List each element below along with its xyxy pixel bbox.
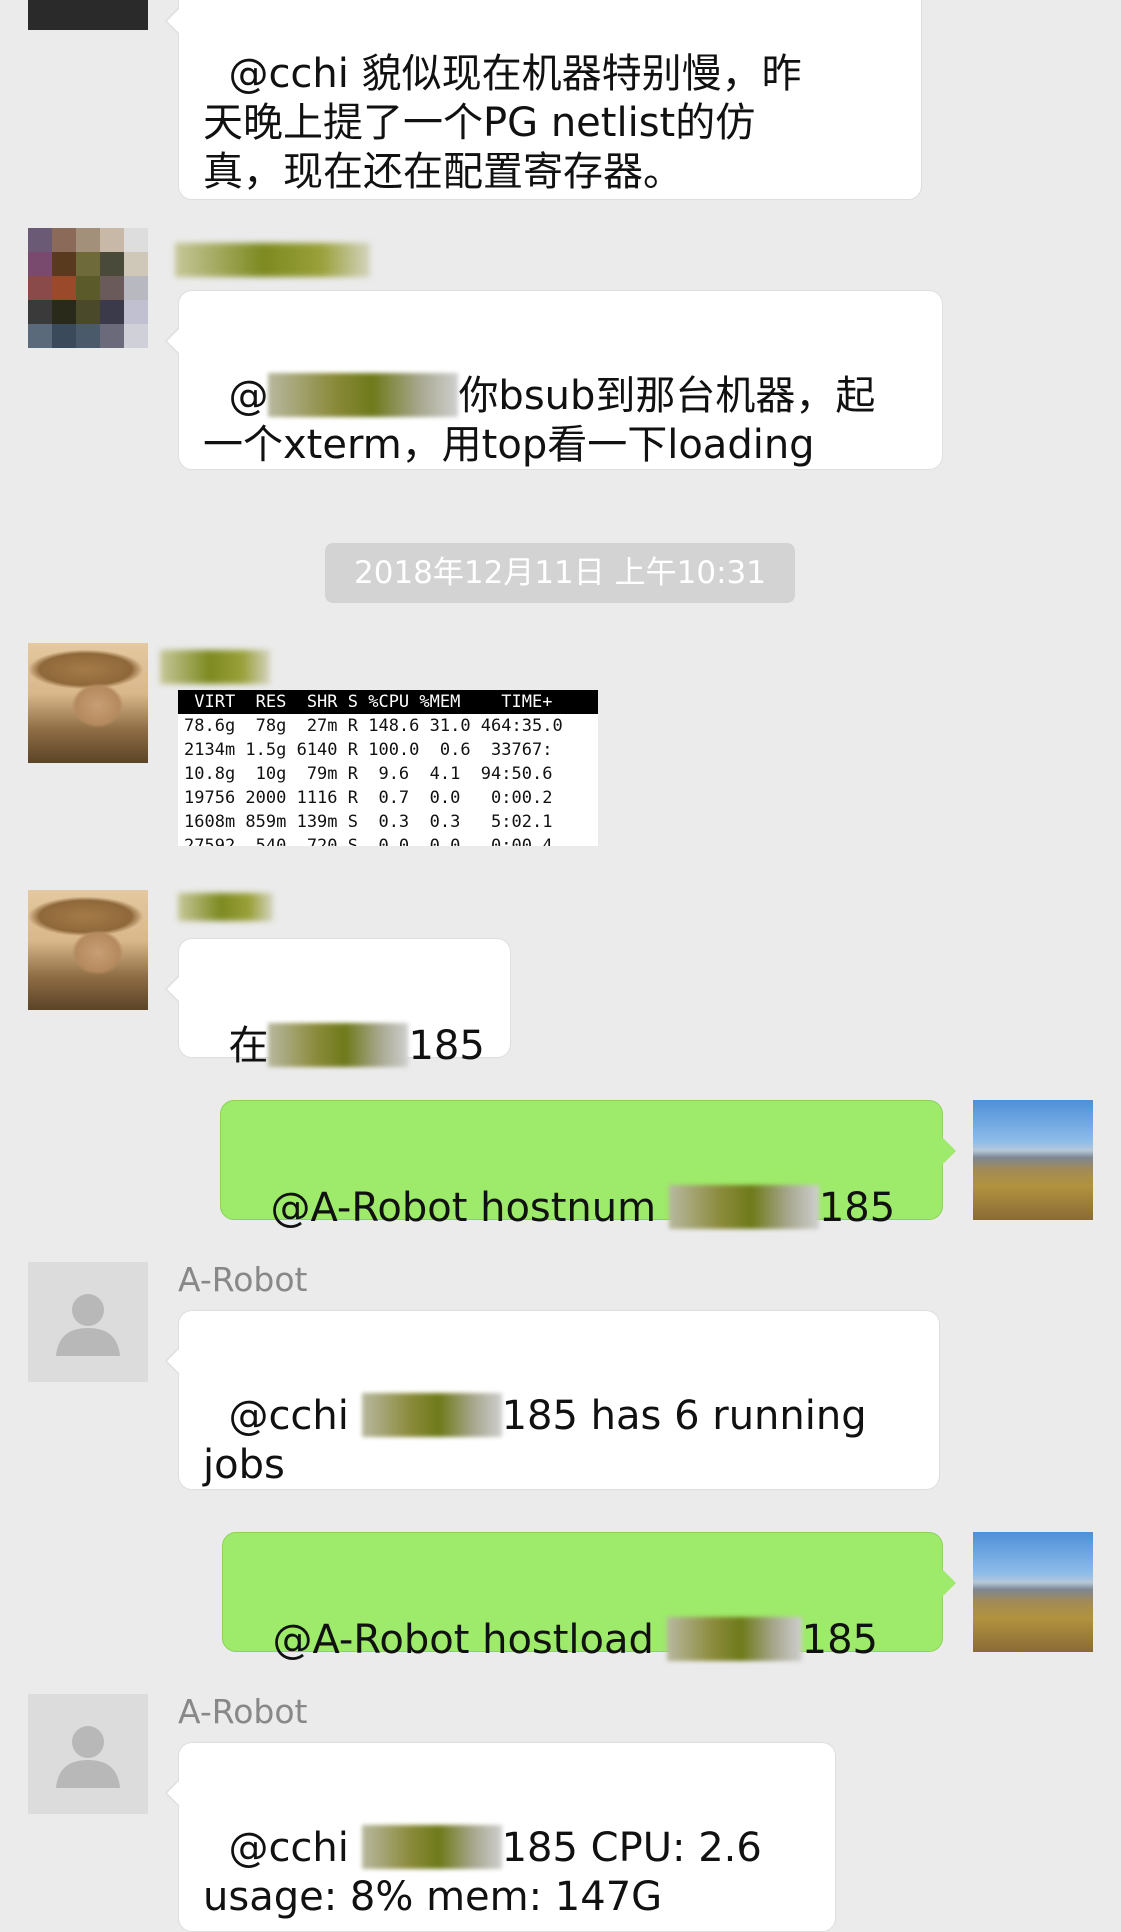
message-text: 185 [408,1023,485,1069]
message-text: usage: 8% mem: 147G [203,1874,663,1920]
message-bubble: @cchi 貌似现在机器特别慢，昨 天晚上提了一个PG netlist的仿 真，… [165,0,922,200]
sender-name-redacted [178,893,273,921]
sender-name-redacted [160,650,270,684]
sender-avatar[interactable] [28,228,148,348]
message-bubble: 在 185 [165,938,511,1069]
message-text: 在 [228,1023,269,1069]
message-text: 你bsub到那台机器，起 [458,373,876,419]
message-bubble: @cchi 185 CPU: 2.6 usage: 8% mem: 147G [165,1742,836,1932]
terminal-row: 78.6g 78g 27m R 148.6 31.0 464:35.0 [184,716,563,736]
message-text: 185 [801,1617,878,1663]
terminal-row: 10.8g 10g 79m R 9.6 4.1 94:50.6 [184,764,553,784]
person-silhouette-icon [56,1726,120,1788]
terminal-row: 27592 540 720 S 0.0 0.0 0:00.4 [184,836,553,846]
message-bubble-outgoing: @A-Robot hostnum 185 [220,1100,956,1231]
sender-name: A-Robot [178,1260,308,1299]
robot-avatar[interactable] [28,1262,148,1382]
sender-avatar[interactable] [28,643,148,763]
redacted-hostname [666,1617,802,1661]
message-text: @cchi [228,1825,362,1871]
message-text: @ [228,373,269,419]
timestamp: 2018年12月11日 上午10:31 [325,543,795,603]
sender-name: A-Robot [178,1692,308,1731]
message-bubble-outgoing: @A-Robot hostload 185 [222,1532,956,1663]
terminal-row: 2134m 1.5g 6140 R 100.0 0.6 33767: [184,740,553,760]
robot-avatar[interactable] [28,1694,148,1814]
self-avatar[interactable] [973,1532,1093,1652]
message-text: 一个xterm，用top看一下loading [203,422,815,468]
sender-avatar[interactable] [28,0,148,30]
message-text: jobs [203,1442,285,1488]
sender-avatar[interactable] [28,890,148,1010]
redacted-hostname [361,1393,502,1437]
redacted-hostname [668,1185,819,1229]
sender-name-redacted [175,243,370,277]
message-text: @A-Robot hostnum [270,1185,669,1231]
terminal-row: 1608m 859m 139m S 0.3 0.3 5:02.1 [184,812,553,832]
message-bubble: @cchi 185 has 6 running jobs [165,1310,940,1490]
self-avatar[interactable] [973,1100,1093,1220]
redacted-hostname [361,1825,502,1869]
message-text: @cchi 貌似现在机器特别慢，昨 天晚上提了一个PG netlist的仿 真，… [203,51,802,195]
message-text: 185 has 6 running [501,1393,867,1439]
message-text: @A-Robot hostload [272,1617,667,1663]
message-bubble: @ 你bsub到那台机器，起 一个xterm，用top看一下loading [165,290,943,470]
message-text: 185 [818,1185,896,1231]
message-text: 185 CPU: 2.6 [501,1825,762,1871]
terminal-header: VIRT RES SHR S %CPU %MEM TIME+ [178,690,598,714]
person-silhouette-icon [56,1294,120,1356]
redacted-mention [268,373,459,417]
terminal-row: 19756 2000 1116 R 0.7 0.0 0:00.2 [184,788,553,808]
image-attachment[interactable]: VIRT RES SHR S %CPU %MEM TIME+ 78.6g 78g… [178,690,598,846]
message-text: @cchi [228,1393,362,1439]
redacted-hostname [268,1023,409,1067]
